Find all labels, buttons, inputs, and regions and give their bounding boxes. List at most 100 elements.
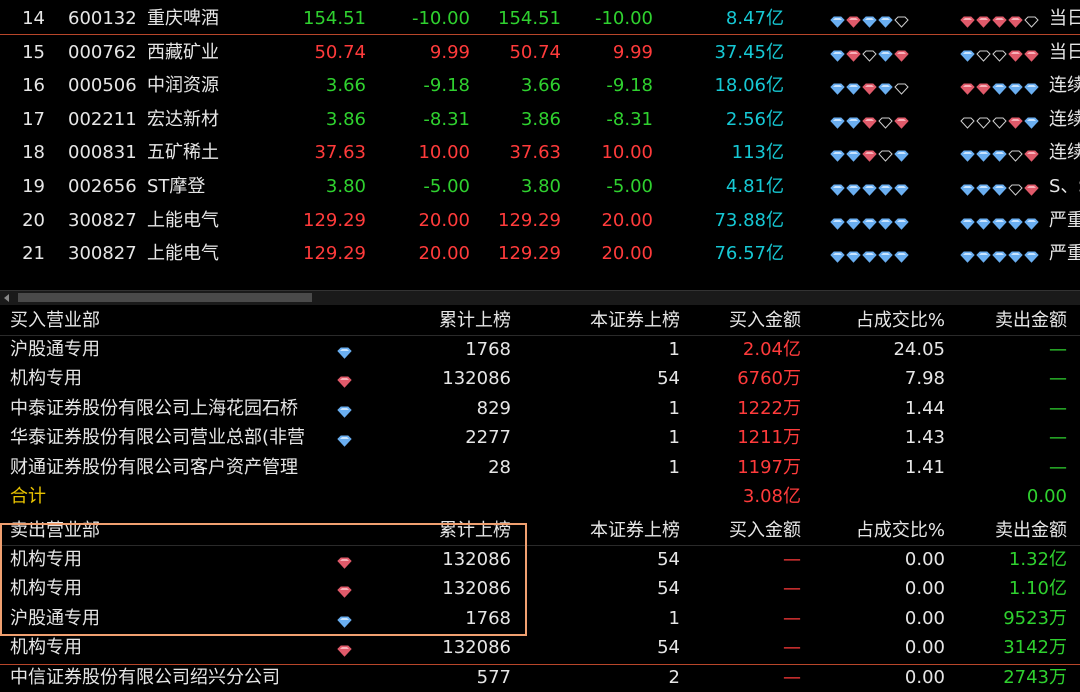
price: 37.63 xyxy=(509,142,561,164)
turnover-amount: 8.47亿 xyxy=(725,8,784,29)
change-pct: -10.00 xyxy=(411,8,470,29)
stock-name[interactable]: 重庆啤酒 xyxy=(147,2,257,35)
rank: 14 xyxy=(22,8,45,29)
scrollbar-thumb[interactable] xyxy=(18,293,312,302)
col-broker[interactable]: 买入营业部 xyxy=(10,306,100,335)
col-this-stock[interactable]: 本证券上榜 xyxy=(540,306,680,335)
diamond-icon xyxy=(862,113,878,134)
diamond-icon xyxy=(337,431,352,452)
cumulative-count: 577 xyxy=(476,666,511,688)
rating-gems xyxy=(960,12,1040,28)
diamond-icon xyxy=(960,146,976,167)
total-row: 合计 3.08亿 0.00 xyxy=(0,482,1080,511)
diamond-icon xyxy=(878,180,894,201)
broker-row[interactable]: 财通证券股份有限公司客户资产管理 28 1 1197万 1.41 — xyxy=(0,453,1080,482)
broker-row[interactable]: 华泰证券股份有限公司营业总部(非营 2277 1 1211万 1.43 — xyxy=(0,423,1080,452)
listing-reason: 严重 xyxy=(1049,209,1080,231)
diamond-icon xyxy=(992,46,1008,67)
stock-name[interactable]: 上能电气 xyxy=(147,237,257,270)
sell-broker-table: 卖出营业部 累计上榜 本证券上榜 买入金额 占成交比% 卖出金额 机构专用 132086 54 —… xyxy=(0,516,1080,690)
diamond-icon xyxy=(1024,46,1040,67)
stock-row[interactable]: 20 300827 上能电气 129.29 20.00 129.29 20.00 73.88亿… xyxy=(0,204,1080,237)
stock-name[interactable]: 宏达新材 xyxy=(147,103,257,136)
listing-reason: 连续 xyxy=(1049,142,1080,164)
ratio-value: 24.05 xyxy=(893,339,945,360)
col-cumulative[interactable]: 累计上榜 xyxy=(400,516,511,545)
broker-row[interactable]: 沪股通专用 1768 1 2.04亿 24.05 — xyxy=(0,335,1080,364)
sell-amount: — xyxy=(1049,368,1067,390)
listing-reason: 严重 xyxy=(1049,243,1080,265)
broker-name[interactable]: 财通证券股份有限公司客户资产管理 xyxy=(10,453,340,482)
broker-row[interactable]: 机构专用 132086 54 — 0.00 1.10亿 xyxy=(0,574,1080,603)
stock-name[interactable]: ST摩登 xyxy=(147,170,257,203)
stock-code: 300827 xyxy=(68,209,137,231)
col-sell-amount[interactable]: 卖出金额 xyxy=(960,306,1067,335)
broker-name[interactable]: 机构专用 xyxy=(10,574,340,603)
broker-name[interactable]: 机构专用 xyxy=(10,633,340,662)
col-ratio[interactable]: 占成交比% xyxy=(820,306,945,335)
broker-name[interactable]: 沪股通专用 xyxy=(10,604,340,633)
stock-code: 300827 xyxy=(68,243,137,265)
stock-row[interactable]: 21 300827 上能电气 129.29 20.00 129.29 20.00 76.57亿… xyxy=(0,237,1080,270)
change-pct: 20.00 xyxy=(601,243,653,265)
diamond-icon xyxy=(337,612,352,633)
broker-row[interactable]: 中泰证券股份有限公司上海花园石桥 829 1 1222万 1.44 — xyxy=(0,394,1080,423)
diamond-icon xyxy=(846,46,862,67)
stock-row[interactable]: 18 000831 五矿稀土 37.63 10.00 37.63 10.00 113亿 连续 xyxy=(0,136,1080,169)
col-ratio[interactable]: 占成交比% xyxy=(820,516,945,545)
ratio-value: 7.98 xyxy=(904,368,945,390)
col-this-stock[interactable]: 本证券上榜 xyxy=(540,516,680,545)
broker-row[interactable]: 机构专用 132086 54 — 0.00 3142万 xyxy=(0,633,1080,662)
horizontal-scrollbar[interactable] xyxy=(0,290,1080,305)
cumulative-count: 1768 xyxy=(465,607,511,629)
stock-name[interactable]: 西藏矿业 xyxy=(147,36,257,69)
scroll-left-arrow-icon[interactable] xyxy=(4,294,9,302)
diamond-icon xyxy=(830,247,846,268)
stock-row[interactable]: 16 000506 中润资源 3.66 -9.18 3.66 -9.18 18.06亿 连续 xyxy=(0,69,1080,102)
change-pct: 20.00 xyxy=(601,209,653,231)
col-broker[interactable]: 卖出营业部 xyxy=(10,516,100,545)
broker-row[interactable]: 机构专用 132086 54 — 0.00 1.32亿 xyxy=(0,545,1080,574)
stock-row[interactable]: 19 002656 ST摩登 3.80 -5.00 3.80 -5.00 4.81亿 S、S xyxy=(0,170,1080,203)
broker-name[interactable]: 机构专用 xyxy=(10,364,340,393)
broker-row[interactable]: 中信证券股份有限公司绍兴分公司 577 2 — 0.00 2743万 xyxy=(0,663,1080,692)
turnover-amount: 73.88亿 xyxy=(714,209,784,231)
col-buy-amount[interactable]: 买入金额 xyxy=(690,516,801,545)
stock-name[interactable]: 五矿稀土 xyxy=(147,136,257,169)
rating-gems xyxy=(960,214,1040,230)
this-stock-count: 1 xyxy=(668,427,680,449)
buy-amount: — xyxy=(783,607,801,629)
change-pct: -9.18 xyxy=(423,75,470,97)
broker-name[interactable]: 机构专用 xyxy=(10,545,340,574)
rating-gems xyxy=(830,113,910,129)
diamond-icon xyxy=(830,146,846,167)
stock-row[interactable]: 17 002211 宏达新材 3.86 -8.31 3.86 -8.31 2.56亿 连续 xyxy=(0,103,1080,136)
ratio-value: 0.00 xyxy=(904,637,945,659)
buy-amount: — xyxy=(783,637,801,659)
price: 50.74 xyxy=(509,41,561,63)
broker-name[interactable]: 中信证券股份有限公司绍兴分公司 xyxy=(10,663,340,692)
stock-name[interactable]: 中润资源 xyxy=(147,69,257,102)
diamond-icon xyxy=(830,214,846,235)
broker-row[interactable]: 机构专用 132086 54 6760万 7.98 — xyxy=(0,364,1080,393)
broker-name[interactable]: 沪股通专用 xyxy=(10,335,340,364)
diamond-icon xyxy=(862,46,878,67)
stock-name[interactable]: 上能电气 xyxy=(147,204,257,237)
stock-row[interactable]: 15 000762 西藏矿业 50.74 9.99 50.74 9.99 37.45亿 当日 xyxy=(0,36,1080,69)
turnover-amount: 76.57亿 xyxy=(714,243,784,265)
turnover-amount: 18.06亿 xyxy=(714,75,784,97)
diamond-icon xyxy=(862,247,878,268)
diamond-icon xyxy=(846,12,862,33)
buy-amount: 1197万 xyxy=(737,456,801,478)
price: 3.80 xyxy=(325,176,366,197)
broker-name[interactable]: 华泰证券股份有限公司营业总部(非营 xyxy=(10,423,340,452)
stock-row[interactable]: 14 600132 重庆啤酒 154.51 -10.00 154.51 -10.00 8.47… xyxy=(0,2,1080,35)
broker-name[interactable]: 中泰证券股份有限公司上海花园石桥 xyxy=(10,394,340,423)
this-stock-count: 2 xyxy=(668,666,680,688)
col-cumulative[interactable]: 累计上榜 xyxy=(400,306,511,335)
diamond-icon xyxy=(337,402,352,423)
col-buy-amount[interactable]: 买入金额 xyxy=(690,306,801,335)
col-sell-amount[interactable]: 卖出金额 xyxy=(960,516,1067,545)
price: 3.86 xyxy=(325,108,366,130)
broker-row[interactable]: 沪股通专用 1768 1 — 0.00 9523万 xyxy=(0,604,1080,633)
